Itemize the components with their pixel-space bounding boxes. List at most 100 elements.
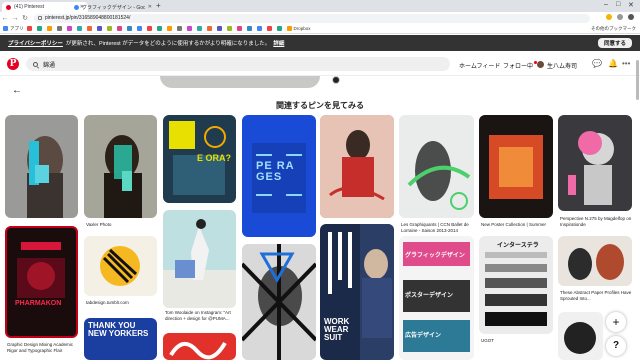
pin-card[interactable]: PHARMAKON	[5, 226, 78, 338]
star-icon[interactable]	[606, 14, 612, 20]
pin-caption[interactable]: Vaxler Photo	[86, 222, 111, 228]
bookmark-item[interactable]	[56, 26, 64, 31]
minimize-icon[interactable]: –	[604, 1, 608, 8]
back-arrow-icon[interactable]: ←	[12, 85, 22, 96]
bookmark-item[interactable]	[236, 26, 244, 31]
bookmark-item[interactable]	[226, 26, 234, 31]
bookmark-item[interactable]: Dropbox	[286, 26, 311, 31]
reload-icon[interactable]: ↻	[20, 14, 30, 22]
bookmark-favicon-icon	[196, 26, 202, 31]
pin-card[interactable]	[163, 333, 236, 360]
bookmark-item[interactable]	[176, 26, 184, 31]
bookmark-item[interactable]	[86, 26, 94, 31]
pin-image	[399, 115, 474, 218]
privacy-banner: プライバシーポリシー が更新され、Pinterest がデータをどのように使用す…	[0, 35, 640, 51]
bookmark-item[interactable]	[146, 26, 154, 31]
other-bookmarks[interactable]: その他のブックマーク	[591, 26, 636, 32]
bookmark-item[interactable]	[136, 26, 144, 31]
bookmark-item[interactable]: アプリ	[3, 26, 24, 32]
pin-card[interactable]: E ORA?	[163, 115, 236, 203]
pin-image	[242, 244, 316, 360]
back-icon[interactable]: ←	[0, 15, 10, 22]
bookmark-label: Dropbox	[293, 26, 311, 31]
pin-card[interactable]	[558, 115, 632, 211]
pin-card[interactable]: グラフィックデザイン ポスターデザイン 広告デザイン	[399, 236, 474, 360]
bookmark-item[interactable]	[186, 26, 194, 31]
pin-caption[interactable]: Les Graphiquants | CCN Ballet de Lorrain…	[401, 222, 475, 234]
bookmark-item[interactable]	[106, 26, 114, 31]
pin-caption[interactable]: Graphic Design Mixing Academic Rigor and…	[7, 342, 79, 354]
pin-caption[interactable]: UGOT	[481, 338, 494, 344]
bookmark-item[interactable]	[196, 26, 204, 31]
extension-icon[interactable]	[617, 14, 623, 20]
bookmark-item[interactable]	[66, 26, 74, 31]
pin-caption[interactable]: Perspective N.275 by Magdelfop on Inspir…	[560, 216, 634, 228]
pin-card[interactable]	[5, 115, 78, 218]
pin-card[interactable]	[558, 236, 632, 286]
bookmark-item[interactable]	[26, 26, 34, 31]
pin-card[interactable]	[242, 244, 316, 360]
pin-card[interactable]	[399, 115, 474, 218]
pinterest-logo-icon[interactable]: P	[7, 58, 19, 70]
pin-card[interactable]	[84, 236, 157, 296]
menu-icon[interactable]	[628, 14, 634, 20]
pin-caption[interactable]: These Abstract Paper Profiles Have Sprou…	[560, 290, 634, 302]
pin-card[interactable]	[320, 115, 394, 218]
pin-card[interactable]	[163, 210, 236, 308]
address-bar[interactable]: pinterest.jp/pin/316589048800181524/	[34, 13, 590, 23]
bookmark-item[interactable]	[266, 26, 274, 31]
username[interactable]: 生八ム寿司	[547, 61, 577, 70]
bookmark-item[interactable]	[246, 26, 254, 31]
avatar[interactable]	[537, 61, 544, 68]
pin-card[interactable]: PE RA GES	[242, 115, 316, 237]
home-feed-link[interactable]: ホームフィード	[459, 61, 500, 70]
more-options-icon[interactable]: •••	[622, 59, 630, 68]
bookmark-item[interactable]	[76, 26, 84, 31]
pin-image	[568, 131, 614, 205]
bookmark-item[interactable]	[276, 26, 284, 31]
help-button[interactable]: ?	[606, 336, 626, 356]
bookmark-favicon-icon	[76, 26, 82, 31]
pin-card[interactable]: WORK WEAR SUIT	[320, 224, 394, 360]
closeup-pin-bottom	[160, 76, 320, 88]
add-pin-button[interactable]: +	[606, 312, 626, 332]
bookmark-item[interactable]	[126, 26, 134, 31]
notifications-icon[interactable]: 🔔	[608, 59, 618, 68]
bookmark-item[interactable]	[206, 26, 214, 31]
bookmark-item[interactable]	[256, 26, 264, 31]
scrollbar[interactable]	[636, 60, 639, 100]
agree-button[interactable]: 同意する	[597, 38, 632, 48]
pin-card[interactable]	[558, 312, 603, 360]
bookmark-item[interactable]	[156, 26, 164, 31]
pin-card[interactable]: インターステラ	[479, 236, 553, 334]
bookmark-item[interactable]	[216, 26, 224, 31]
following-link[interactable]: フォロー中	[503, 61, 538, 70]
bookmark-item[interactable]	[36, 26, 44, 31]
forward-icon[interactable]: →	[10, 15, 20, 22]
bookmark-favicon-icon	[246, 26, 252, 31]
maximize-icon[interactable]: □	[616, 1, 620, 8]
close-icon[interactable]: ✕	[148, 4, 152, 10]
bookmark-item[interactable]	[166, 26, 174, 31]
bookmark-favicon-icon	[166, 26, 172, 31]
privacy-policy-link[interactable]: プライバシーポリシー	[8, 39, 63, 47]
search-input[interactable]: 錦通	[26, 57, 450, 71]
pin-card[interactable]	[479, 115, 553, 218]
privacy-detail-link[interactable]: 詳細	[273, 39, 284, 47]
pin-caption[interactable]: New Poster Collection | Summer	[481, 222, 555, 228]
pin-card[interactable]	[84, 115, 157, 218]
close-window-icon[interactable]: ✕	[628, 1, 634, 9]
url-text: pinterest.jp/pin/316589048800181524/	[45, 15, 131, 21]
pin-card[interactable]: THANK YOU NEW YORKERS	[84, 318, 157, 360]
pin-caption[interactable]: Tom Woolaide on Instagram: "Art directio…	[165, 310, 237, 322]
pin-caption[interactable]: tabdesign.tumblr.com	[86, 300, 129, 306]
chat-icon[interactable]: 💬	[592, 59, 602, 68]
bookmark-favicon-icon	[36, 26, 42, 31]
bookmark-favicon-icon	[96, 26, 102, 31]
new-tab-button[interactable]: +	[156, 2, 161, 10]
bookmark-item[interactable]	[96, 26, 104, 31]
pinner-avatar[interactable]	[332, 76, 340, 84]
bookmark-item[interactable]	[116, 26, 124, 31]
bookmark-item[interactable]	[46, 26, 54, 31]
tab-google-search[interactable]: グラフィックデザイン - Google 検索 ✕	[70, 2, 156, 12]
